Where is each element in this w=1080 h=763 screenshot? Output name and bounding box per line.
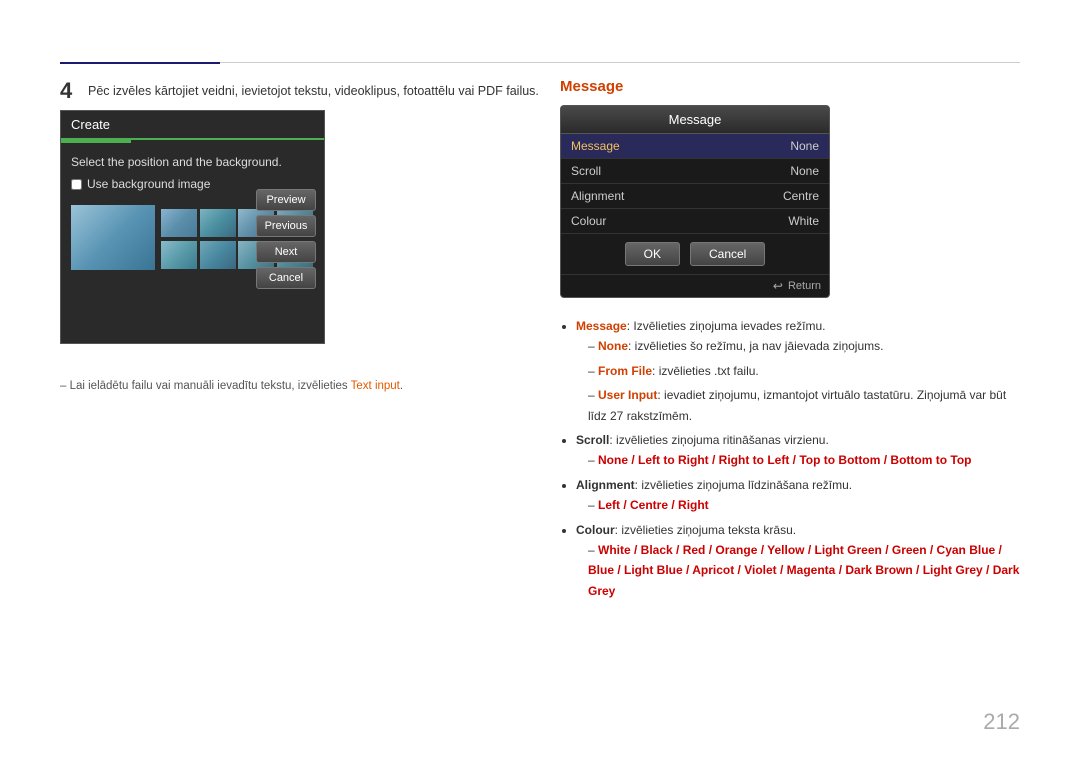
- sub-scroll-options-label: None / Left to Right / Right to Left / T…: [598, 453, 971, 467]
- create-panel-body: Select the position and the background. …: [61, 143, 324, 343]
- dialog-row-message[interactable]: Message None: [561, 134, 829, 159]
- text-input-link[interactable]: Text input: [351, 380, 400, 392]
- dialog-row-alignment[interactable]: Alignment Centre: [561, 184, 829, 209]
- dialog-footer: ↩ Return: [561, 274, 829, 297]
- bullet-message: Message: Izvēlieties ziņojuma ievades re…: [576, 316, 1020, 426]
- dialog-label-message: Message: [571, 139, 620, 153]
- return-arrow-icon: ↩: [773, 279, 783, 293]
- dialog-label-colour: Colour: [571, 214, 606, 228]
- previous-button[interactable]: Previous: [256, 215, 316, 237]
- selected-thumbnail: [71, 205, 155, 270]
- create-panel: Create Select the position and the backg…: [60, 110, 325, 344]
- bullet-message-label: Message: [576, 319, 627, 333]
- background-image-label: Use background image: [87, 177, 210, 191]
- background-image-checkbox[interactable]: [71, 179, 82, 190]
- bullet-scroll: Scroll: izvēlieties ziņojuma ritināšanas…: [576, 430, 1020, 471]
- step-number: 4: [60, 78, 72, 104]
- bullet-list: Message: Izvēlieties ziņojuma ievades re…: [560, 316, 1020, 601]
- footer-note-prefix: – Lai ielādētu failu vai manuāli ievadīt…: [60, 380, 351, 392]
- sub-colour-options-label: White / Black / Red / Orange / Yellow / …: [588, 543, 1019, 598]
- page-number: 212: [983, 709, 1020, 735]
- dialog-ok-button[interactable]: OK: [625, 242, 680, 266]
- next-button[interactable]: Next: [256, 241, 316, 263]
- bullet-colour-label: Colour: [576, 523, 615, 537]
- sub-none-label: None: [598, 339, 628, 353]
- return-label: Return: [788, 280, 821, 292]
- dialog-buttons: OK Cancel: [561, 234, 829, 274]
- dialog-value-scroll: None: [790, 164, 819, 178]
- thumb-1[interactable]: [161, 209, 197, 237]
- dialog-row-colour[interactable]: Colour White: [561, 209, 829, 234]
- cancel-button[interactable]: Cancel: [256, 267, 316, 289]
- top-rule-accent: [60, 62, 220, 64]
- dialog-row-scroll[interactable]: Scroll None: [561, 159, 829, 184]
- sub-none: None: izvēlieties šo režīmu, ja nav jāie…: [588, 336, 1020, 356]
- bullet-alignment: Alignment: izvēlieties ziņojuma līdzināš…: [576, 475, 1020, 516]
- thumb-2[interactable]: [200, 209, 236, 237]
- sub-from-file: From File: izvēlieties .txt failu.: [588, 361, 1020, 381]
- bullet-colour: Colour: izvēlieties ziņojuma teksta krās…: [576, 520, 1020, 602]
- create-panel-header: Create: [61, 111, 324, 140]
- footer-note-suffix: .: [400, 380, 403, 392]
- sub-scroll-options: None / Left to Right / Right to Left / T…: [588, 450, 1020, 470]
- dialog-value-colour: White: [788, 214, 819, 228]
- panel-buttons: Preview Previous Next Cancel: [256, 189, 316, 289]
- message-section-title: Message: [560, 78, 1020, 95]
- sub-alignment-options-label: Left / Centre / Right: [598, 498, 709, 512]
- dialog-label-alignment: Alignment: [571, 189, 624, 203]
- sub-userinput-label: User Input: [598, 388, 657, 402]
- panel-subtitle: Select the position and the background.: [71, 155, 314, 169]
- sub-alignment-options: Left / Centre / Right: [588, 495, 1020, 515]
- sub-fromfile-label: From File: [598, 364, 652, 378]
- create-panel-title: Create: [71, 117, 110, 132]
- thumb-5[interactable]: [161, 241, 197, 269]
- preview-button[interactable]: Preview: [256, 189, 316, 211]
- dialog-value-alignment: Centre: [783, 189, 819, 203]
- footer-note: – Lai ielādētu failu vai manuāli ievadīt…: [60, 380, 403, 392]
- dialog-title-bar: Message: [561, 106, 829, 134]
- message-dialog: Message Message None Scroll None Alignme…: [560, 105, 830, 298]
- dialog-cancel-button[interactable]: Cancel: [690, 242, 765, 266]
- step-text: Pēc izvēles kārtojiet veidni, ievietojot…: [88, 84, 539, 98]
- bullet-alignment-label: Alignment: [576, 478, 635, 492]
- thumb-6[interactable]: [200, 241, 236, 269]
- bullet-scroll-label: Scroll: [576, 433, 609, 447]
- sub-user-input: User Input: ievadiet ziņojumu, izmantojo…: [588, 385, 1020, 426]
- dialog-value-message: None: [790, 139, 819, 153]
- message-section: Message Message Message None Scroll None…: [560, 78, 1020, 605]
- dialog-label-scroll: Scroll: [571, 164, 601, 178]
- sub-colour-options: White / Black / Red / Orange / Yellow / …: [588, 540, 1020, 601]
